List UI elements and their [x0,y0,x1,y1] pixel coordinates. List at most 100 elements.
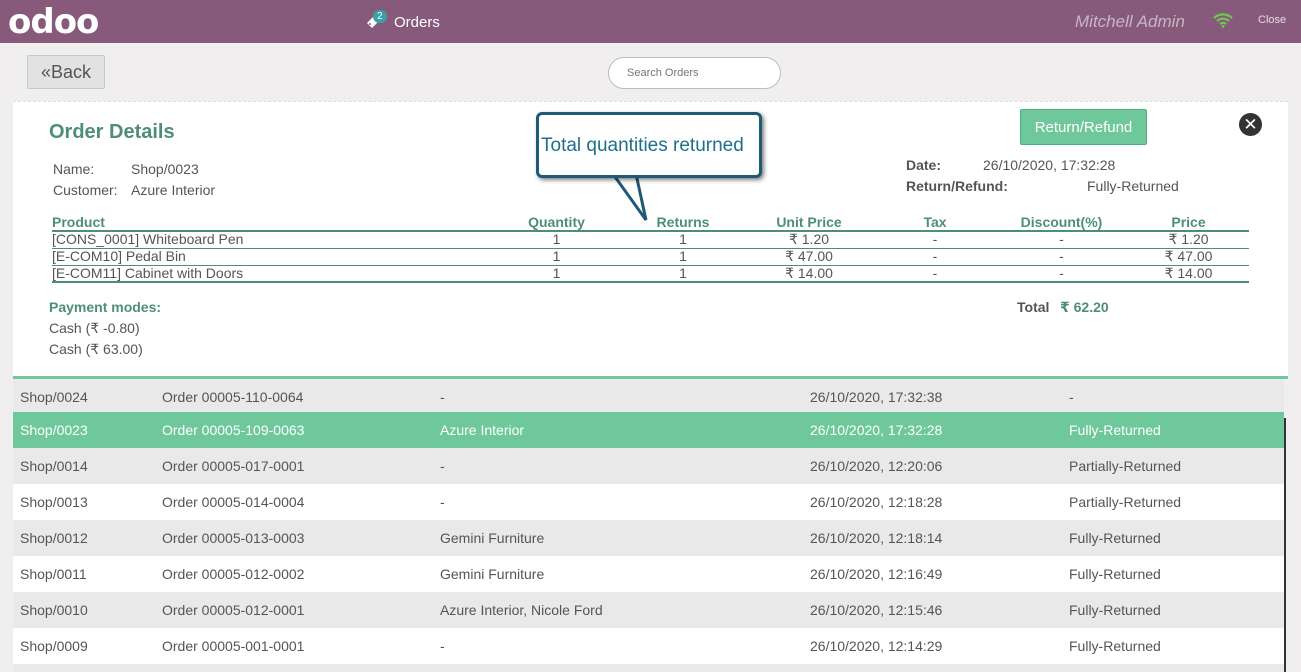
list-item[interactable]: Shop/0010 Order 00005-012-0001 Azure Int… [13,592,1284,628]
order-customer: Azure Interior, Nicole Ford [440,602,603,618]
order-return-status: Fully-Returned [1069,530,1161,546]
price-cell: ₹ 47.00 [1128,248,1249,266]
orders-count-badge: 2 [373,10,387,23]
name-value: Shop/0023 [131,161,199,177]
order-ref: Shop/0023 [20,422,88,438]
column-header: Discount(%) [995,214,1128,232]
wifi-icon [1213,13,1233,33]
unit-price-cell: ₹ 1.20 [743,231,875,249]
order-return-status: Fully-Returned [1069,566,1161,582]
list-item[interactable]: Shop/0012 Order 00005-013-0003 Gemini Fu… [13,520,1284,556]
table-row: [E-COM10] Pedal Bin 1 1 ₹ 47.00 - - ₹ 47… [52,248,1249,266]
product-cell: [CONS_0001] Whiteboard Pen [52,231,490,249]
unit-price-cell: ₹ 47.00 [743,248,875,266]
quantity-cell: 1 [490,231,623,249]
payment-item: Cash (₹ -0.80) [49,320,140,336]
odoo-logo: odoo [8,2,99,42]
returns-cell: 1 [623,265,743,283]
order-customer: - [440,638,445,654]
user-name[interactable]: Mitchell Admin [1075,12,1185,32]
order-details-title: Order Details [49,121,175,143]
annotation-callout: Total quantities returned [536,112,762,178]
list-scrollbar[interactable] [1284,418,1286,672]
list-item[interactable]: Shop/0024 Order 00005-110-0064 - 26/10/2… [13,379,1284,415]
order-return-status: Partially-Returned [1069,458,1182,474]
orders-label: Orders [394,13,440,31]
column-header: Price [1128,214,1249,232]
order-date: 26/10/2020, 17:32:28 [810,422,943,438]
order-return-status: Partially-Returned [1069,494,1182,510]
order-number: Order 00005-013-0003 [162,530,305,546]
price-cell: ₹ 1.20 [1128,231,1249,249]
order-ref: Shop/0012 [20,530,88,546]
order-ref: Shop/0009 [20,638,88,654]
order-customer: - [440,494,445,510]
double-chevron-left-icon: « [40,61,51,82]
order-number: Order 00005-110-0064 [162,389,304,405]
back-label: Back [50,61,92,82]
quantity-cell: 1 [490,265,623,283]
order-date: 26/10/2020, 12:18:28 [810,494,943,510]
order-return-status: Fully-Returned [1069,638,1161,654]
column-header: Unit Price [743,214,875,232]
close-button[interactable]: Close [1258,14,1286,26]
table-row: [CONS_0001] Whiteboard Pen 1 1 ₹ 1.20 - … [52,231,1249,249]
column-header: Quantity [490,214,623,232]
order-date: 26/10/2020, 12:15:46 [810,602,943,618]
callout-text: Total quantities returned [541,135,744,156]
list-item[interactable] [13,664,1284,672]
order-return-status: Fully-Returned [1069,422,1161,438]
order-ref: Shop/0010 [20,602,88,618]
price-cell: ₹ 14.00 [1128,265,1249,283]
column-header: Tax [875,214,995,232]
return-refund-value: Fully-Returned [1087,178,1179,194]
callout-pointer [611,174,648,221]
column-header: Product [52,214,490,232]
order-number: Order 00005-001-0001 [162,638,305,654]
list-item[interactable]: Shop/0013 Order 00005-014-0004 - 26/10/2… [13,484,1284,520]
date-value: 26/10/2020, 17:32:28 [983,157,1116,173]
order-customer: Gemini Furniture [440,530,545,546]
list-item[interactable]: Shop/0023 Order 00005-109-0063 Azure Int… [13,412,1284,448]
order-ref: Shop/0024 [20,389,88,405]
close-details-icon[interactable]: ✕ [1239,113,1262,136]
product-cell: [E-COM10] Pedal Bin [52,248,490,266]
customer-value: Azure Interior [131,182,216,198]
order-return-status: - [1069,389,1074,405]
order-customer: - [440,458,445,474]
order-customer: Azure Interior [440,422,525,438]
product-cell: [E-COM11] Cabinet with Doors [52,265,490,283]
discount-cell: - [995,248,1128,266]
order-customer: Gemini Furniture [440,566,545,582]
back-button[interactable]: «Back [27,55,105,89]
tax-cell: - [875,265,995,283]
list-item[interactable]: Shop/0014 Order 00005-017-0001 - 26/10/2… [13,448,1284,484]
order-date: 26/10/2020, 12:14:29 [810,638,943,654]
list-item[interactable]: Shop/0009 Order 00005-001-0001 - 26/10/2… [13,628,1284,664]
ticket-icon: 2 [365,10,387,32]
order-return-status: Fully-Returned [1069,602,1161,618]
order-number: Order 00005-014-0004 [162,494,305,510]
discount-cell: - [995,231,1128,249]
search-orders-input[interactable] [608,57,781,89]
name-label: Name: [53,161,95,177]
order-number: Order 00005-017-0001 [162,458,305,474]
customer-label: Customer: [53,182,118,198]
order-date: 26/10/2020, 17:32:38 [810,389,943,405]
list-item[interactable]: Shop/0011 Order 00005-012-0002 Gemini Fu… [13,556,1284,592]
return-refund-button[interactable]: Return/Refund [1020,109,1147,145]
order-ref: Shop/0014 [20,458,88,474]
order-number: Order 00005-012-0001 [162,602,305,618]
order-date: 26/10/2020, 12:20:06 [810,458,943,474]
tax-cell: - [875,231,995,249]
quantity-cell: 1 [490,248,623,266]
returns-cell: 1 [623,231,743,249]
orders-button[interactable]: 2 Orders [365,8,440,36]
order-ref: Shop/0013 [20,494,88,510]
payment-item: Cash (₹ 63.00) [49,341,143,357]
return-refund-label: Return/Refund: [906,178,1008,194]
order-date: 26/10/2020, 12:16:49 [810,566,943,582]
total-value: ₹ 62.20 [1060,299,1109,315]
order-number: Order 00005-109-0063 [162,422,305,438]
order-ref: Shop/0011 [20,566,87,582]
